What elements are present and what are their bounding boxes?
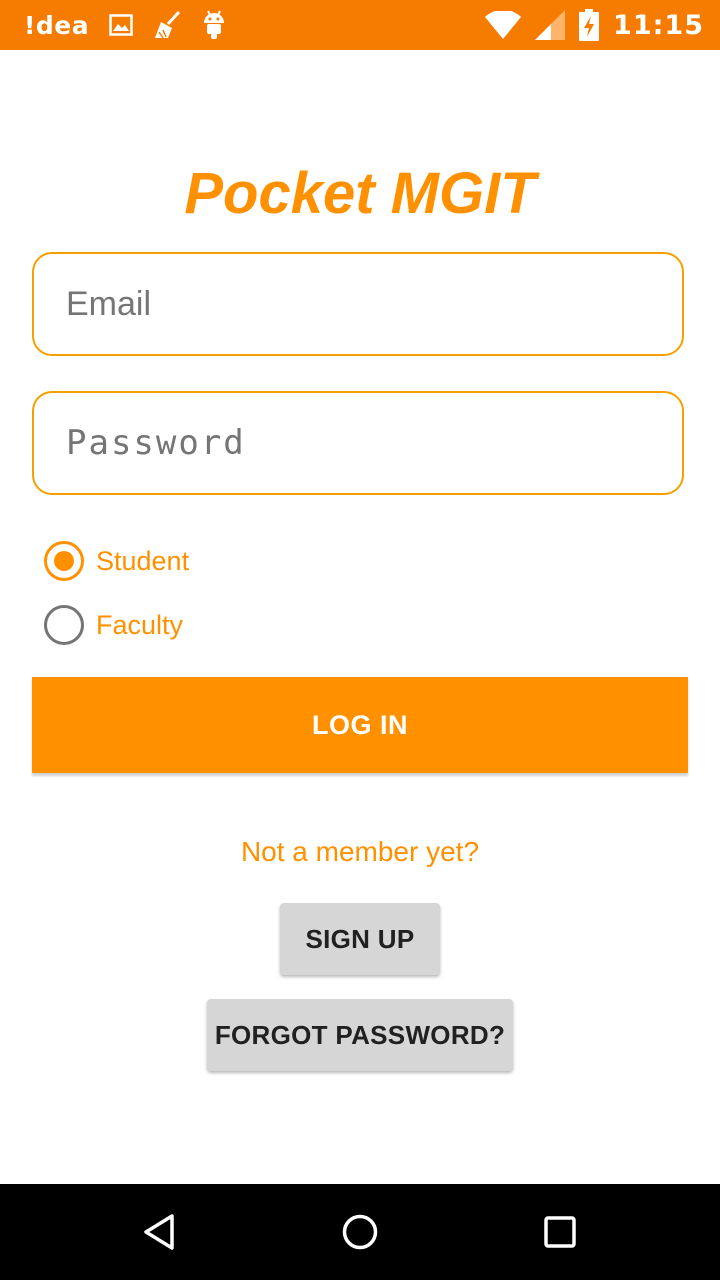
image-icon bbox=[109, 14, 133, 36]
forgot-password-button[interactable]: FORGOT PASSWORD? bbox=[207, 999, 513, 1071]
password-field-container[interactable] bbox=[32, 391, 684, 495]
home-icon[interactable] bbox=[336, 1208, 384, 1256]
member-prompt: Not a member yet? bbox=[240, 836, 480, 867]
carrier-label: !dea bbox=[24, 10, 90, 40]
radio-checked-icon[interactable] bbox=[44, 541, 84, 581]
wifi-icon bbox=[485, 11, 522, 39]
radio-faculty-label: Faculty bbox=[96, 609, 184, 640]
radio-faculty[interactable]: Faculty bbox=[44, 605, 183, 645]
android-icon bbox=[203, 10, 225, 40]
navigation-bar bbox=[0, 1184, 720, 1280]
password-input[interactable] bbox=[64, 422, 682, 464]
broom-icon bbox=[153, 10, 183, 40]
app-title: Pocket MGIT bbox=[184, 161, 536, 226]
radio-student[interactable]: Student bbox=[44, 541, 189, 581]
signal-icon bbox=[535, 10, 566, 40]
clock: 11:15 bbox=[613, 9, 704, 41]
battery-charging-icon bbox=[579, 9, 600, 41]
login-button[interactable]: LOG IN bbox=[32, 677, 688, 773]
radio-student-label: Student bbox=[96, 545, 190, 576]
email-field-container[interactable] bbox=[32, 252, 684, 356]
email-input[interactable] bbox=[64, 283, 682, 325]
radio-unchecked-icon[interactable] bbox=[44, 605, 84, 645]
signup-button[interactable]: SIGN UP bbox=[280, 903, 440, 975]
status-bar: !dea 11:15 bbox=[0, 0, 720, 50]
recent-apps-icon[interactable] bbox=[536, 1208, 584, 1256]
back-icon[interactable] bbox=[136, 1208, 184, 1256]
